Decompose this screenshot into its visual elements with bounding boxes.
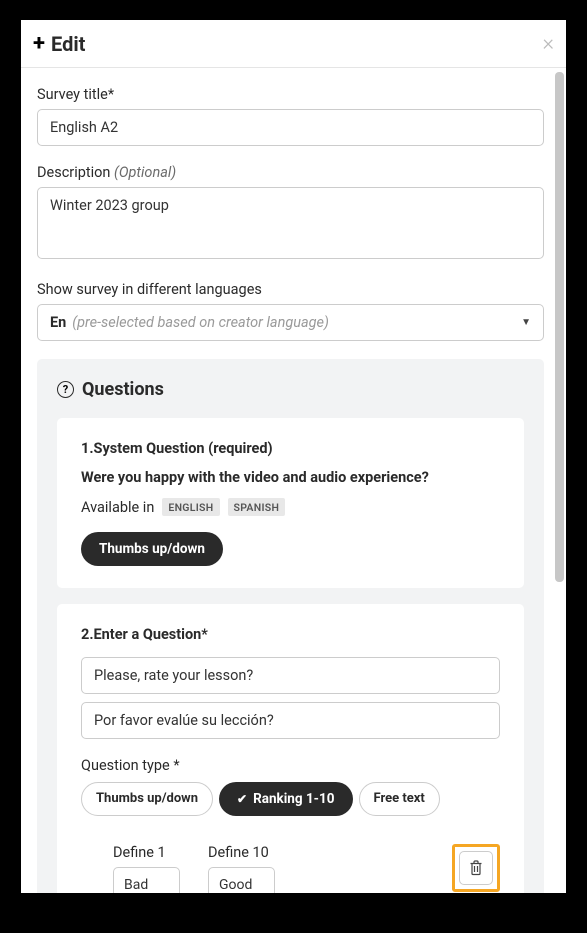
language-selected: En [50,314,66,331]
survey-title-input[interactable] [37,109,544,146]
questions-panel: ? Questions 1.System Question (required)… [37,359,544,893]
qtype-freetext-option[interactable]: Free text [359,782,440,816]
q1-title: 1.System Question (required) [81,440,500,457]
define-row: Define 1 Define 10 [81,844,500,893]
question-card-2: 2.Enter a Question* Question type * Thum… [57,604,524,893]
q1-answer-type-pill: Thumbs up/down [81,532,223,566]
question-card-1: 1.System Question (required) Were you ha… [57,418,524,588]
q2-text-input-en[interactable] [81,657,500,694]
edit-modal: + Edit × Survey title* Description (Opti… [21,20,566,893]
plus-icon: + [33,33,45,55]
modal-title: Edit [51,32,85,56]
define-1-col: Define 1 [113,844,180,893]
define-1-label: Define 1 [113,844,180,861]
scrollbar-thumb[interactable] [555,72,564,582]
delete-highlight [452,844,500,892]
q1-answer-type-label: Thumbs up/down [99,541,205,557]
define-10-input[interactable] [208,867,275,893]
trash-icon [469,860,483,876]
question-type-label: Question type * [81,757,500,774]
description-optional: (Optional) [114,164,176,181]
modal-body: Survey title* Description (Optional) Sho… [21,68,566,893]
description-field: Description (Optional) [37,164,544,263]
q2-text-input-es[interactable] [81,702,500,739]
question-type-options: Thumbs up/down ✔ Ranking 1-10 Free text [81,782,500,816]
define-10-label: Define 10 [208,844,275,861]
questions-heading: ? Questions [57,379,524,400]
description-textarea[interactable] [37,187,544,259]
q2-header: 2.Enter a Question* [81,626,500,643]
questions-title: Questions [82,379,164,400]
q1-text: Were you happy with the video and audio … [81,469,500,486]
modal-header: + Edit × [21,20,566,68]
qtype-thumbs-option[interactable]: Thumbs up/down [81,782,213,816]
define-1-input[interactable] [113,867,180,893]
language-label: Show survey in different languages [37,281,544,298]
qtype-ranking-option[interactable]: ✔ Ranking 1-10 [219,782,352,816]
survey-title-field: Survey title* [37,86,544,146]
language-hint: (pre-selected based on creator language) [72,314,329,331]
q1-available-label: Available in [81,499,154,516]
delete-question-button[interactable] [459,851,493,885]
question-circle-icon: ? [57,381,74,398]
survey-title-label: Survey title* [37,86,544,103]
description-label: Description (Optional) [37,164,544,181]
lang-pill-spanish: SPANISH [228,498,286,516]
q1-available-in: Available in ENGLISH SPANISH [81,498,500,516]
caret-down-icon: ▼ [521,317,531,328]
qtype-ranking-label: Ranking 1-10 [253,791,334,807]
lang-pill-english: ENGLISH [162,498,219,516]
close-icon[interactable]: × [542,31,554,56]
language-field: Show survey in different languages En (p… [37,281,544,341]
define-10-col: Define 10 [208,844,275,893]
description-label-text: Description [37,164,114,181]
check-icon: ✔ [237,792,247,806]
language-select[interactable]: En (pre-selected based on creator langua… [37,304,544,341]
